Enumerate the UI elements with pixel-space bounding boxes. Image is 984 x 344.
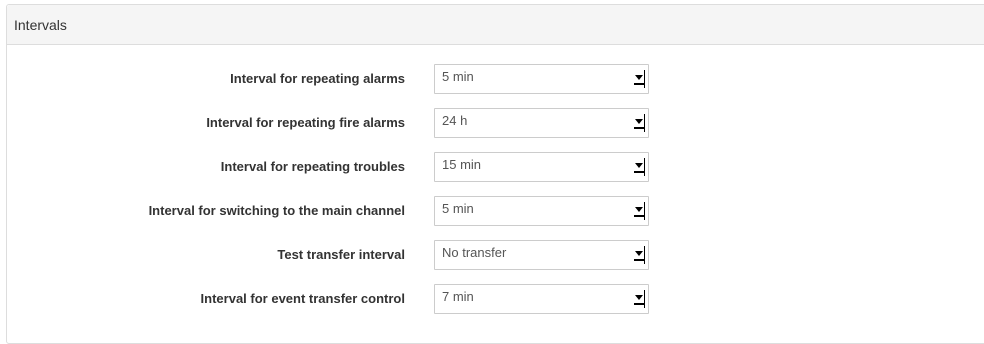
select-value: 5 min — [442, 69, 474, 84]
form-row-switching-main-channel: Interval for switching to the main chann… — [7, 196, 687, 226]
field-label: Test transfer interval — [277, 247, 405, 262]
select-value: No transfer — [442, 245, 507, 260]
form-row-repeating-alarms: Interval for repeating alarms 5 min — [7, 64, 687, 94]
dropdown-arrow-icon — [633, 114, 645, 132]
field-label: Interval for repeating fire alarms — [206, 115, 405, 130]
test-transfer-select[interactable]: No transfer — [434, 240, 649, 270]
field-label: Interval for event transfer control — [200, 291, 405, 306]
form-row-test-transfer: Test transfer interval No transfer — [7, 240, 687, 270]
form-row-repeating-fire-alarms: Interval for repeating fire alarms 24 h — [7, 108, 687, 138]
field-label: Interval for repeating troubles — [220, 159, 405, 174]
dropdown-arrow-icon — [633, 158, 645, 176]
repeating-fire-alarms-select[interactable]: 24 h — [434, 108, 649, 138]
select-value: 7 min — [442, 289, 474, 304]
form-row-event-transfer-control: Interval for event transfer control 7 mi… — [7, 284, 687, 314]
intervals-form: Interval for repeating alarms 5 min Inte… — [7, 45, 984, 343]
repeating-alarms-select[interactable]: 5 min — [434, 64, 649, 94]
panel-title: Intervals — [7, 5, 984, 45]
dropdown-arrow-icon — [633, 70, 645, 88]
dropdown-arrow-icon — [633, 290, 645, 308]
form-row-repeating-troubles: Interval for repeating troubles 15 min — [7, 152, 687, 182]
intervals-panel: Intervals Interval for repeating alarms … — [6, 4, 984, 344]
dropdown-arrow-icon — [633, 202, 645, 220]
event-transfer-control-select[interactable]: 7 min — [434, 284, 649, 314]
repeating-troubles-select[interactable]: 15 min — [434, 152, 649, 182]
field-label: Interval for switching to the main chann… — [148, 203, 405, 218]
switching-main-channel-select[interactable]: 5 min — [434, 196, 649, 226]
select-value: 5 min — [442, 201, 474, 216]
select-value: 15 min — [442, 157, 482, 172]
dropdown-arrow-icon — [633, 246, 645, 264]
select-value: 24 h — [442, 113, 468, 128]
field-label: Interval for repeating alarms — [230, 71, 405, 86]
